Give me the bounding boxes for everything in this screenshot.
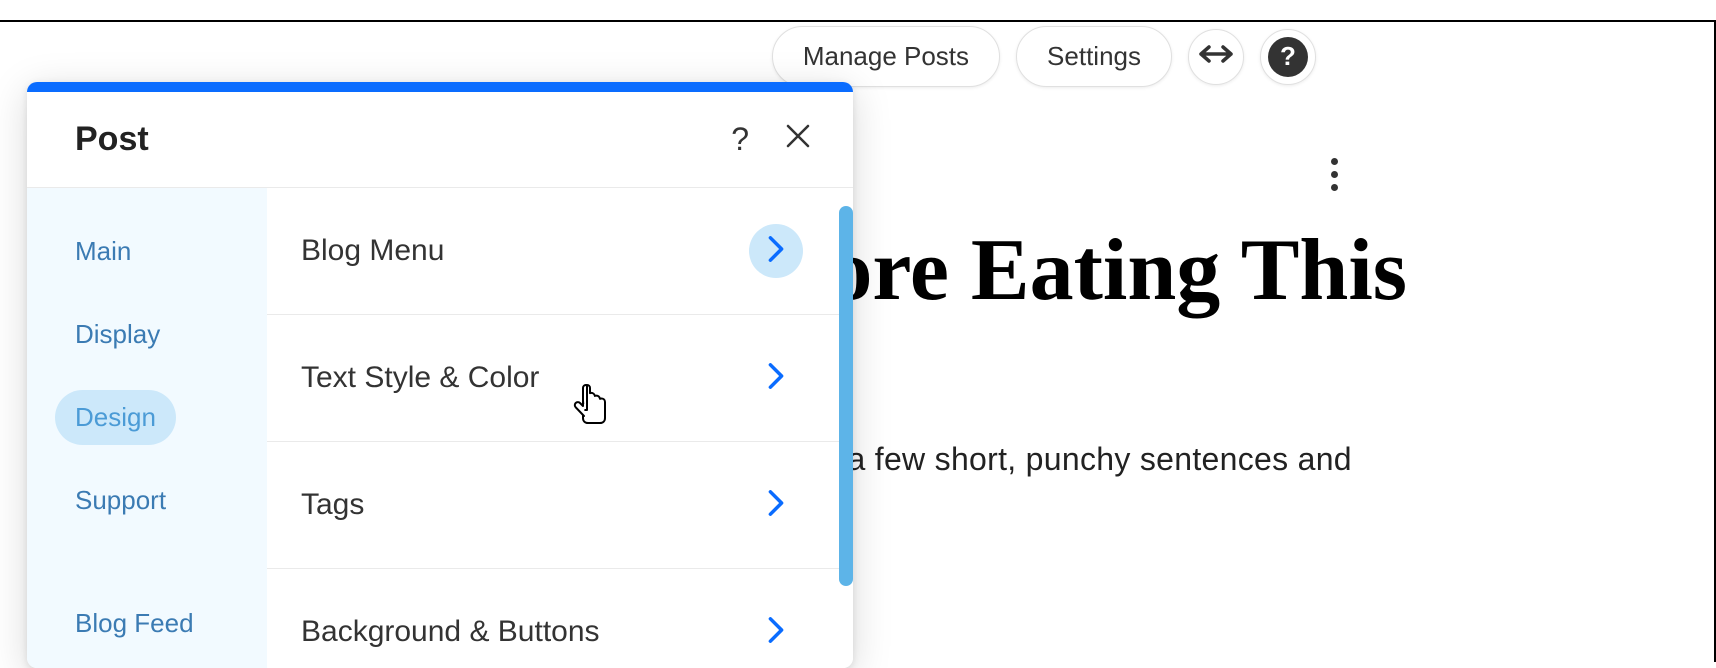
chevron-button[interactable] [749, 351, 803, 405]
panel-scrollbar[interactable] [839, 206, 853, 586]
panel-header: Post ? [27, 92, 853, 188]
stretch-icon [1199, 44, 1233, 69]
list-item-background-buttons[interactable]: Background & Buttons [267, 569, 853, 668]
more-options-button[interactable] [1323, 150, 1346, 199]
help-button[interactable]: ? [1260, 29, 1316, 85]
help-icon: ? [1268, 37, 1308, 77]
settings-panel: Post ? Main Display Design Support Blog … [27, 82, 853, 668]
chevron-button[interactable] [749, 478, 803, 532]
sidebar-item-support[interactable]: Support [55, 473, 186, 528]
list-item-label: Background & Buttons [301, 615, 600, 649]
chevron-button[interactable] [749, 224, 803, 278]
panel-body: Main Display Design Support Blog Feed Bl… [27, 188, 853, 668]
sidebar-item-design[interactable]: Design [55, 390, 176, 445]
post-excerpt: ost in a few short, punchy sentences and [760, 441, 1676, 478]
list-item-label: Text Style & Color [301, 361, 539, 395]
panel-close-button[interactable] [785, 123, 811, 157]
post-title: efore Eating This [760, 220, 1676, 321]
chevron-right-icon [767, 235, 785, 268]
sidebar-item-main[interactable]: Main [55, 224, 151, 279]
list-item-tags[interactable]: Tags [267, 442, 853, 569]
list-item-label: Tags [301, 488, 364, 522]
list-item-blog-menu[interactable]: Blog Menu [267, 188, 853, 315]
panel-accent-bar [27, 82, 853, 92]
sidebar-item-display[interactable]: Display [55, 307, 180, 362]
list-item-text-style-color[interactable]: Text Style & Color [267, 315, 853, 442]
panel-list: Blog Menu Text Style & Color Tags [267, 188, 853, 668]
kebab-icon [1331, 184, 1338, 191]
panel-sidebar: Main Display Design Support Blog Feed [27, 188, 267, 668]
chevron-right-icon [767, 489, 785, 522]
manage-posts-button[interactable]: Manage Posts [772, 26, 1000, 87]
cursor-pointer-icon [573, 380, 613, 424]
chevron-button[interactable] [749, 605, 803, 659]
panel-title: Post [75, 120, 149, 159]
kebab-icon [1331, 171, 1338, 178]
stretch-button[interactable] [1188, 29, 1244, 85]
chevron-right-icon [767, 616, 785, 649]
kebab-icon [1331, 158, 1338, 165]
settings-button[interactable]: Settings [1016, 26, 1172, 87]
panel-header-actions: ? [731, 121, 811, 158]
sidebar-item-blog-feed[interactable]: Blog Feed [55, 596, 214, 651]
chevron-right-icon [767, 362, 785, 395]
panel-help-button[interactable]: ? [731, 121, 749, 158]
list-item-label: Blog Menu [301, 234, 444, 268]
post-content: efore Eating This ost in a few short, pu… [760, 220, 1676, 478]
top-toolbar: Manage Posts Settings ? [772, 26, 1316, 87]
